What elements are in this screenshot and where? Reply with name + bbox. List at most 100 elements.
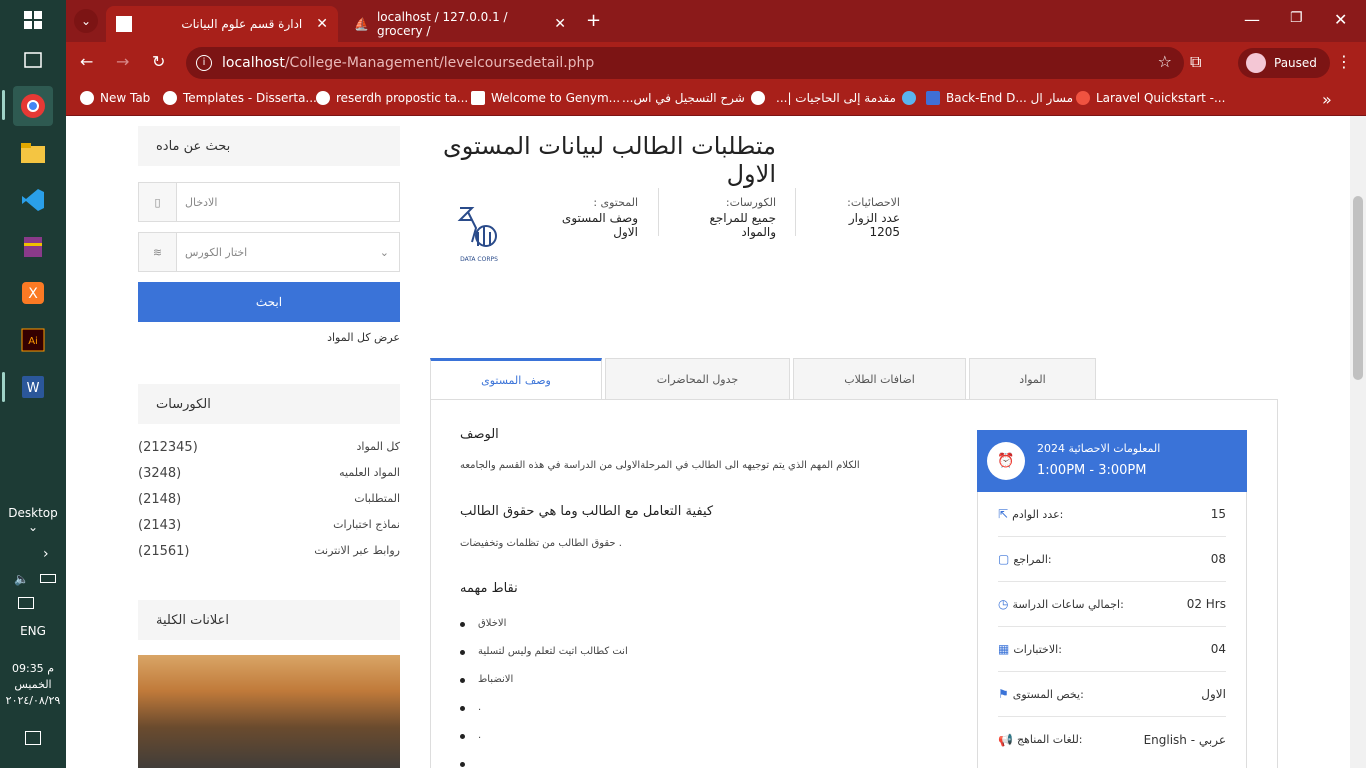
category-row[interactable]: (2143) نماذج اختبارات bbox=[138, 518, 400, 533]
description-text: الكلام المهم الذي يتم توجيهه الى الطالب … bbox=[460, 460, 860, 471]
desktop-label[interactable]: Desktop ⌄ bbox=[0, 506, 66, 534]
search-button[interactable]: ابحث bbox=[138, 282, 400, 322]
info-row: 📢 للغات المناهج: English - عربي bbox=[998, 732, 1226, 747]
file-explorer-icon[interactable] bbox=[13, 133, 53, 173]
category-row[interactable]: (3248) المواد العلميه bbox=[138, 466, 400, 481]
bookmark-item[interactable]: Welcome to Genym... bbox=[471, 91, 620, 105]
bookmarks-bar: New Tab Templates - Disserta... reserdh … bbox=[66, 84, 1366, 116]
site-info-icon[interactable]: i bbox=[196, 55, 212, 71]
info-row: ⚑ يخص المستوى: الاول bbox=[998, 672, 1226, 717]
winrar-icon[interactable] bbox=[13, 227, 53, 267]
tab-level-description[interactable]: وصف المستوى bbox=[430, 358, 602, 400]
clock-day: الخميس bbox=[14, 678, 52, 691]
reload-icon[interactable]: ↻ bbox=[152, 52, 165, 71]
tab-close-icon[interactable]: ✕ bbox=[554, 16, 566, 32]
restore-icon[interactable]: ❐ bbox=[1290, 10, 1303, 26]
menu-icon[interactable]: ⋮ bbox=[1336, 52, 1352, 71]
search-input-placeholder: الادخال bbox=[185, 195, 218, 209]
browser-window: ⌄ ادارة قسم علوم البيانات ✕ ⛵ localhost … bbox=[66, 0, 1366, 768]
cursor-icon: ⇱ bbox=[998, 507, 1009, 521]
announcements-title: اعلانات الكلية bbox=[138, 600, 400, 640]
browser-toolbar: ← → ↻ i localhost/College-Management/lev… bbox=[66, 42, 1366, 84]
bookmark-icon: ⚑ bbox=[998, 687, 1009, 701]
tab-strip: ⌄ ادارة قسم علوم البيانات ✕ ⛵ localhost … bbox=[66, 0, 1366, 42]
meta-courses: الكورسات: جميع للمراجع والمواد bbox=[709, 196, 776, 239]
task-view-icon[interactable] bbox=[13, 40, 53, 80]
bookmark-item[interactable]: Back-End D... مسار ال bbox=[926, 91, 1073, 105]
word-app-indicator bbox=[2, 372, 5, 402]
points-heading: نقاط مهمه bbox=[460, 581, 518, 596]
flutter-icon bbox=[901, 91, 916, 105]
new-tab-icon[interactable]: + bbox=[586, 10, 601, 31]
system-clock[interactable]: 09:35 م الخميس ٢٠٢٤/٠٨/٢٩ bbox=[0, 661, 66, 709]
tab-close-icon[interactable]: ✕ bbox=[316, 16, 328, 32]
list-item: انت كطالب اتيت لتعلم وليس لتسلية bbox=[460, 646, 628, 657]
info-row: ▦ الاختبارات: 04 bbox=[998, 627, 1226, 672]
extensions-icon[interactable]: ⧉ bbox=[1190, 52, 1201, 72]
close-window-icon[interactable]: ✕ bbox=[1334, 10, 1347, 29]
address-bar[interactable]: i localhost/College-Management/levelcour… bbox=[186, 47, 1184, 79]
clock-icon: ◷ bbox=[998, 597, 1009, 611]
clock-date: ٢٠٢٤/٠٨/٢٩ bbox=[5, 694, 61, 707]
google-icon bbox=[316, 91, 330, 105]
tab-search-icon[interactable]: ⌄ bbox=[74, 9, 98, 33]
data-corps-logo: DATA CORPS bbox=[454, 202, 504, 264]
tab-materials[interactable]: المواد bbox=[969, 358, 1096, 400]
scrollbar[interactable] bbox=[1350, 116, 1366, 768]
bookmark-star-icon[interactable]: ☆ bbox=[1158, 52, 1172, 71]
bookmark-item[interactable]: Laravel Quickstart -... bbox=[1076, 91, 1225, 105]
e-icon bbox=[926, 91, 940, 105]
announcement-image[interactable] bbox=[138, 655, 400, 768]
search-input[interactable]: ▯ الادخال bbox=[138, 182, 400, 222]
megaphone-icon: 📢 bbox=[998, 732, 1013, 747]
vscode-icon[interactable] bbox=[13, 180, 53, 220]
laravel-icon bbox=[1076, 91, 1090, 105]
scrollbar-thumb[interactable] bbox=[1353, 196, 1363, 380]
course-select[interactable]: ≋ اختار الكورس ⌄ bbox=[138, 232, 400, 272]
info-card-title: المعلومات الاحصائية 2024 bbox=[1037, 442, 1161, 455]
chrome-icon[interactable] bbox=[13, 86, 53, 126]
volume-icon[interactable]: 🔈 bbox=[14, 572, 29, 586]
alarm-icon: ⏰ bbox=[987, 442, 1025, 480]
word-icon[interactable]: W bbox=[13, 367, 53, 407]
bookmark-favicon-icon bbox=[80, 91, 94, 105]
bookmark-item[interactable]: New Tab bbox=[80, 91, 150, 105]
category-row[interactable]: (212345) كل المواد bbox=[138, 440, 400, 455]
bookmarks-overflow-icon[interactable]: » bbox=[1322, 90, 1332, 109]
tab-student-additions[interactable]: اضافات الطلاب bbox=[793, 358, 966, 400]
description-heading: الوصف bbox=[460, 427, 499, 442]
notifications-icon[interactable] bbox=[25, 731, 41, 745]
tab-college[interactable]: ادارة قسم علوم البيانات ✕ bbox=[106, 6, 338, 42]
list-item: . bbox=[458, 730, 482, 741]
page-content: بحث عن ماده ▯ الادخال ≋ اختار الكورس ⌄ ا… bbox=[66, 116, 1366, 768]
forward-icon[interactable]: → bbox=[116, 52, 129, 71]
profile-button[interactable]: Paused bbox=[1238, 48, 1330, 78]
language-indicator[interactable]: ENG bbox=[0, 624, 66, 638]
category-row[interactable]: (21561) روابط عبر الانترنت bbox=[138, 544, 400, 559]
battery-icon[interactable] bbox=[40, 574, 56, 583]
tab-title: localhost / 127.0.0.1 / grocery / bbox=[376, 10, 508, 38]
minimize-icon[interactable]: — bbox=[1244, 10, 1260, 29]
windows-taskbar: X Ai W Desktop ⌄ › 🔈 ENG 09:35 م الخميس ٢… bbox=[0, 0, 66, 768]
chevron-down-icon: ⌄ bbox=[379, 245, 389, 259]
back-icon[interactable]: ← bbox=[80, 52, 93, 71]
info-card: ⏰ المعلومات الاحصائية 2024 1:00PM - 3:00… bbox=[977, 430, 1247, 768]
chevron-right-icon[interactable]: › bbox=[43, 546, 49, 562]
svg-text:Ai: Ai bbox=[28, 336, 38, 347]
phpmyadmin-icon: ⛵ bbox=[354, 17, 369, 31]
bookmark-item[interactable]: reserdh propostic ta... bbox=[316, 91, 468, 105]
meta-statistics: الاحصائيات: عدد الزوار 1205 bbox=[847, 196, 900, 239]
xampp-icon[interactable]: X bbox=[13, 273, 53, 313]
windows-start-icon[interactable] bbox=[13, 0, 53, 40]
bookmark-favicon-icon bbox=[750, 91, 765, 105]
tab-lecture-schedule[interactable]: جدول المحاضرات bbox=[605, 358, 790, 400]
bookmark-item[interactable]: Templates - Disserta... bbox=[163, 91, 317, 105]
network-icon[interactable] bbox=[18, 597, 34, 609]
bookmark-item[interactable]: شرح التسجيل في اس... bbox=[622, 91, 765, 105]
tab-phpmyadmin[interactable]: ⛵ localhost / 127.0.0.1 / grocery / ✕ bbox=[344, 6, 576, 42]
category-row[interactable]: (2148) المتطلبات bbox=[138, 492, 400, 507]
meta-divider bbox=[795, 188, 796, 236]
illustrator-icon[interactable]: Ai bbox=[13, 320, 53, 360]
show-all-link[interactable]: عرض كل المواد bbox=[138, 331, 400, 344]
bookmark-item[interactable]: مقدمة إلى الحاجيات |... bbox=[776, 91, 916, 105]
